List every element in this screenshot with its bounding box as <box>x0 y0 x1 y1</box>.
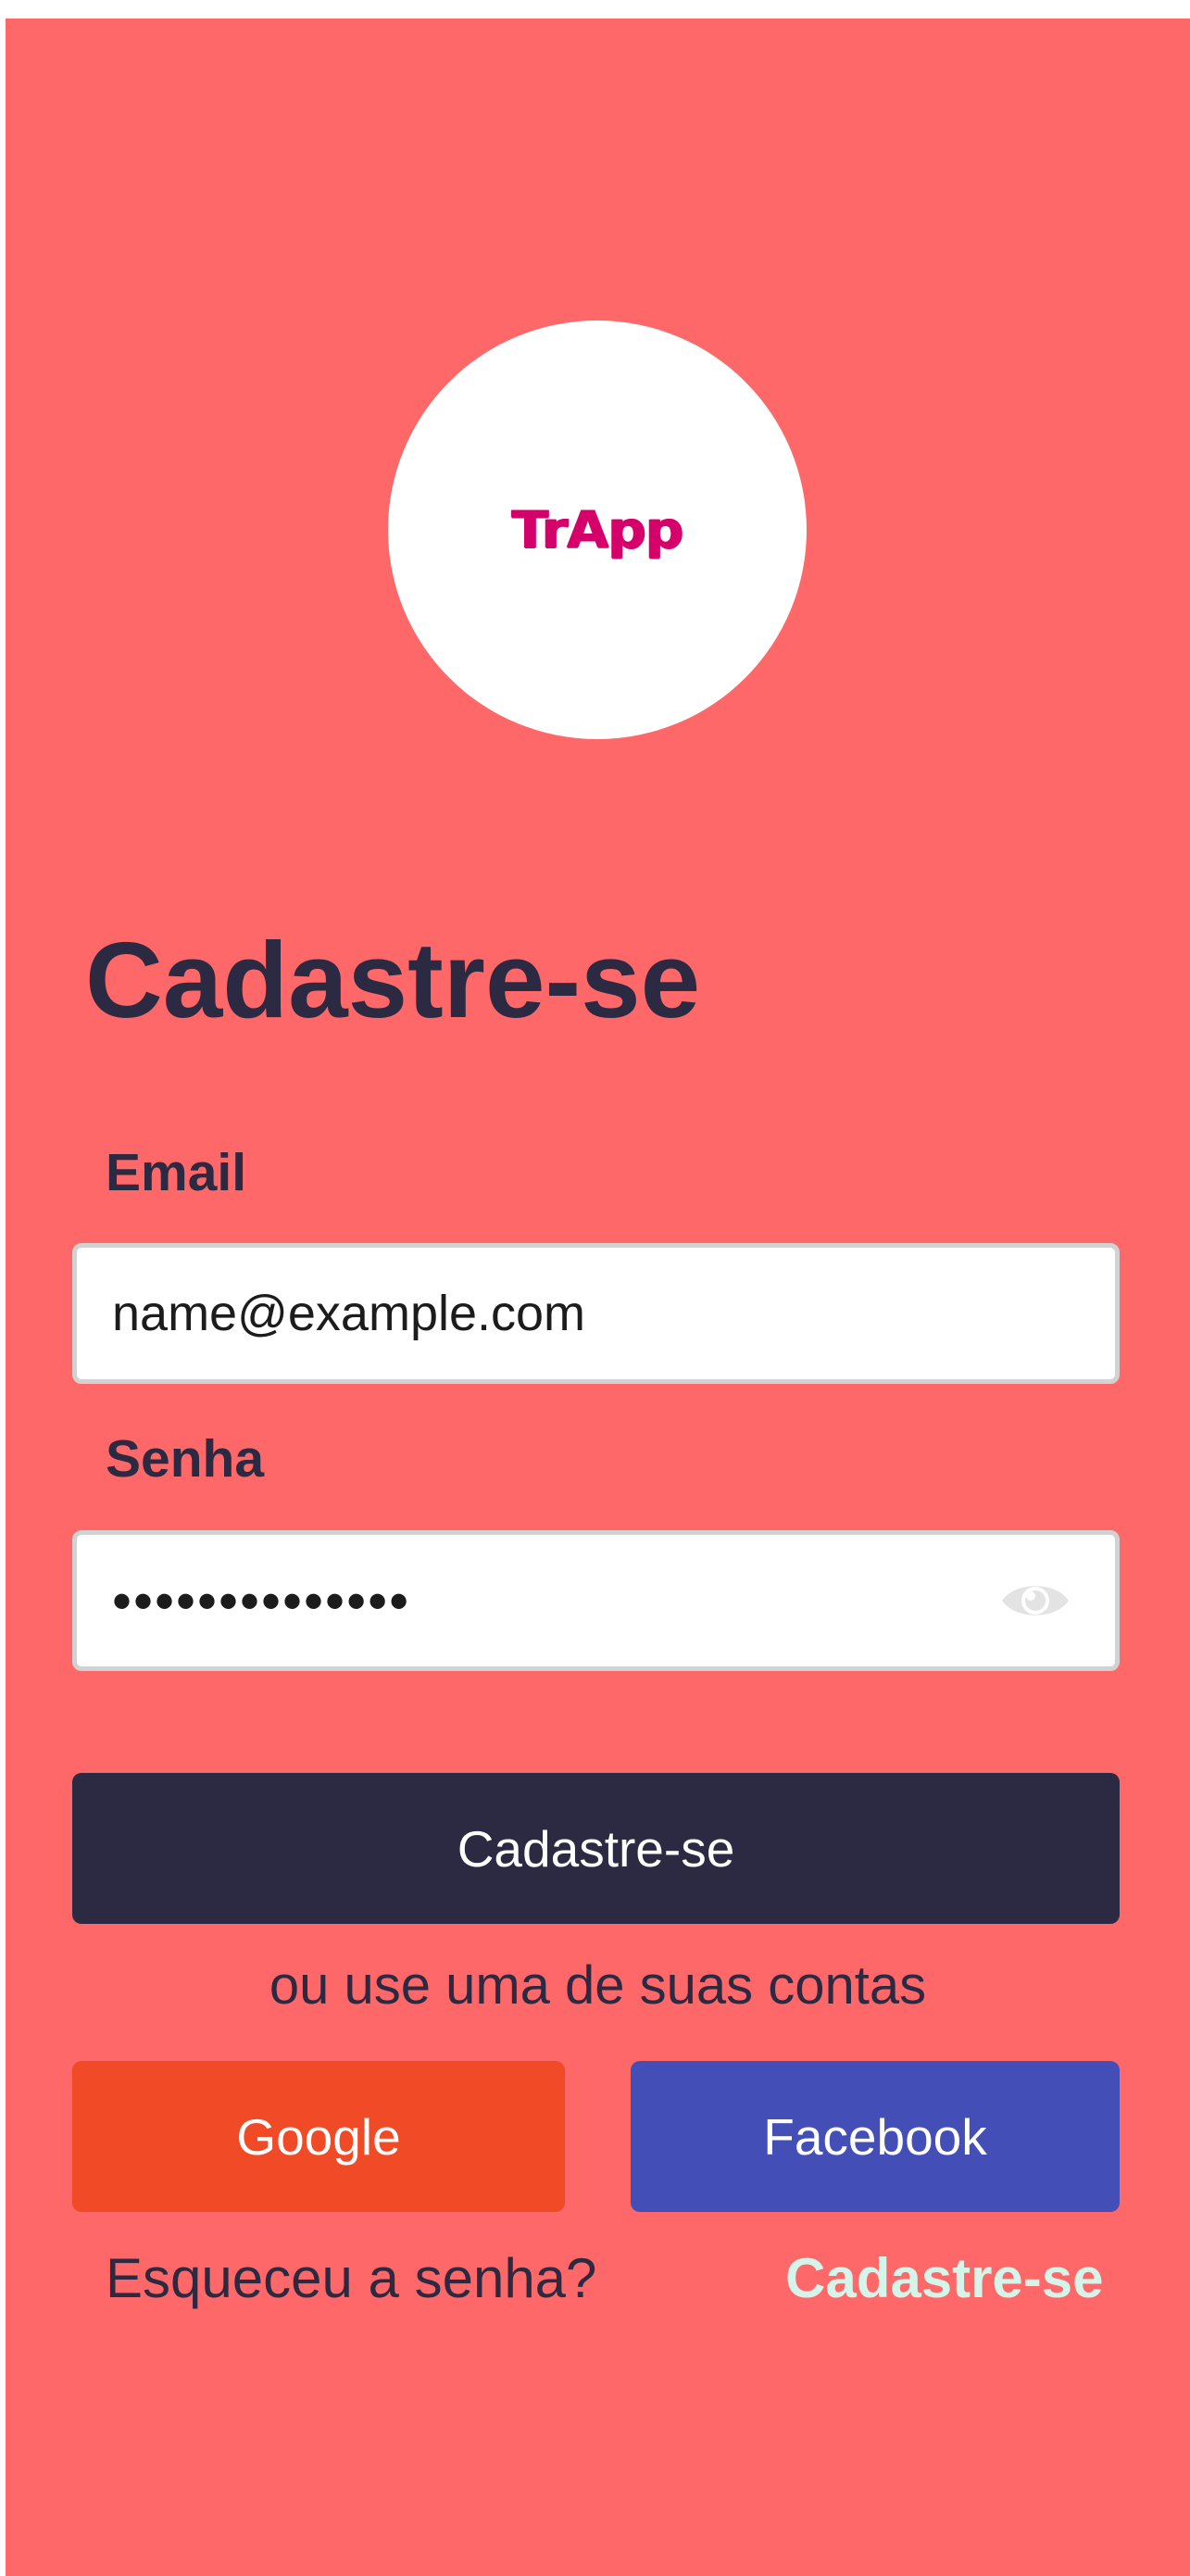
forgot-password-link[interactable]: Esqueceu a senha? <box>106 2251 596 2306</box>
signup-screen: TrApp Cadastre-se Email Senha Cadastre-s… <box>6 19 1190 2576</box>
submit-signup-button[interactable]: Cadastre-se <box>72 1773 1120 1924</box>
email-label: Email <box>106 1143 247 1202</box>
google-login-button[interactable]: Google <box>72 2061 565 2212</box>
alternative-login-text: ou use uma de suas contas <box>269 1955 927 2016</box>
password-label: Senha <box>106 1429 265 1489</box>
password-field-container <box>72 1530 1120 1671</box>
app-logo: TrApp <box>388 320 807 739</box>
password-field[interactable] <box>112 1568 946 1633</box>
eye-icon[interactable] <box>1000 1577 1071 1624</box>
app-logo-text: TrApp <box>511 499 684 560</box>
email-field[interactable] <box>112 1285 946 1342</box>
signup-link[interactable]: Cadastre-se <box>785 2251 1104 2306</box>
facebook-login-button[interactable]: Facebook <box>631 2061 1120 2212</box>
email-field-container <box>72 1243 1120 1384</box>
page-title: Cadastre-se <box>85 920 701 1040</box>
